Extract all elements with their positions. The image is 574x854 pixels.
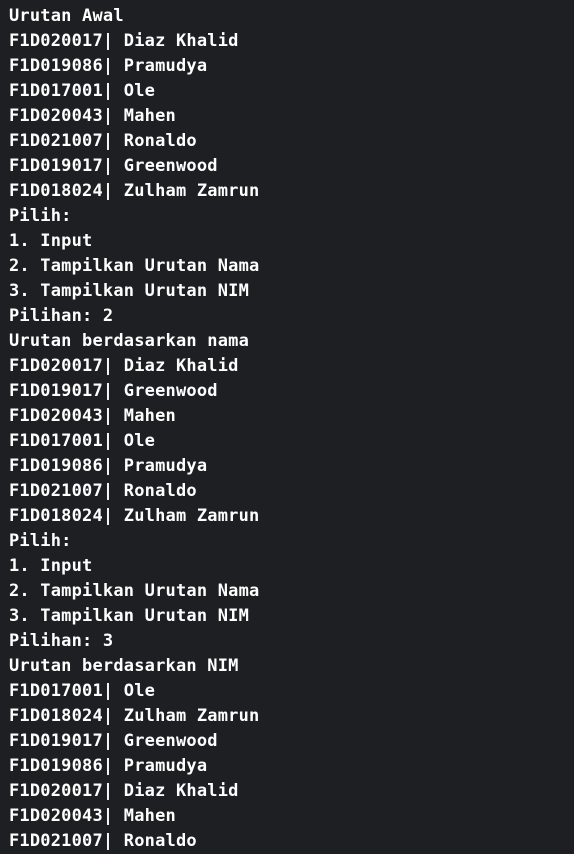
output-line: F1D017001| Ole xyxy=(9,81,156,101)
output-line: F1D019017| Greenwood xyxy=(9,731,218,751)
output-line: Urutan Awal xyxy=(9,6,124,26)
output-line: F1D019017| Greenwood xyxy=(9,381,218,401)
output-line: F1D018024| Zulham Zamrun xyxy=(9,506,260,526)
output-line: Pilihan: 3 xyxy=(9,631,114,651)
output-line: F1D020043| Mahen xyxy=(9,806,176,826)
output-line: F1D017001| Ole xyxy=(9,681,156,701)
output-line: F1D021007| Ronaldo xyxy=(9,131,197,151)
output-line: F1D019086| Pramudya xyxy=(9,56,208,76)
output-line: Pilih: xyxy=(9,531,72,551)
output-line: F1D020017| Diaz Khalid xyxy=(9,356,239,376)
output-line: Pilih: xyxy=(9,206,72,226)
terminal-output: Urutan Awal F1D020017| Diaz Khalid F1D01… xyxy=(0,0,574,853)
output-line: 1. Input xyxy=(9,556,93,576)
output-line: F1D020043| Mahen xyxy=(9,106,176,126)
output-line: F1D020017| Diaz Khalid xyxy=(9,31,239,51)
output-line: 2. Tampilkan Urutan Nama xyxy=(9,256,260,276)
output-line: F1D020017| Diaz Khalid xyxy=(9,781,239,801)
output-line: F1D017001| Ole xyxy=(9,431,156,451)
output-line: 1. Input xyxy=(9,231,93,251)
output-line: Urutan berdasarkan nama xyxy=(9,331,250,351)
output-line: F1D021007| Ronaldo xyxy=(9,831,197,851)
output-line: 2. Tampilkan Urutan Nama xyxy=(9,581,260,601)
output-line: F1D020043| Mahen xyxy=(9,406,176,426)
output-line: F1D019017| Greenwood xyxy=(9,156,218,176)
output-line: F1D021007| Ronaldo xyxy=(9,481,197,501)
output-line: Pilihan: 2 xyxy=(9,306,114,326)
output-line: F1D019086| Pramudya xyxy=(9,756,208,776)
output-line: F1D018024| Zulham Zamrun xyxy=(9,706,260,726)
output-line: 3. Tampilkan Urutan NIM xyxy=(9,606,250,626)
output-line: F1D019086| Pramudya xyxy=(9,456,208,476)
output-line: Urutan berdasarkan NIM xyxy=(9,656,239,676)
output-line: 3. Tampilkan Urutan NIM xyxy=(9,281,250,301)
output-line: F1D018024| Zulham Zamrun xyxy=(9,181,260,201)
